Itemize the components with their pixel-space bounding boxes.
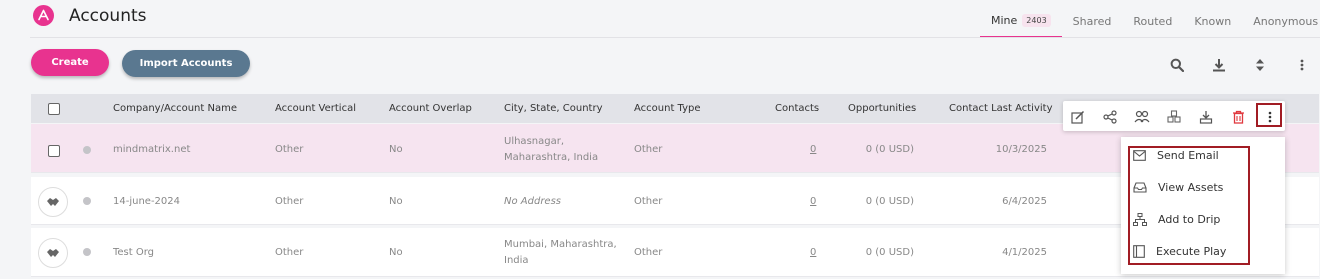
col-opportunities[interactable]: Opportunities	[848, 103, 916, 114]
tab-label: Anonymous	[1253, 15, 1319, 28]
status-dot	[83, 146, 91, 154]
contacts-link[interactable]: 0	[810, 144, 816, 155]
opportunities-value: 0 (0 USD)	[865, 196, 914, 207]
tab-label: Known	[1194, 15, 1232, 28]
address-line2: Maharashtra, India	[504, 152, 599, 163]
tab-anonymous[interactable]: Anonymous	[1242, 14, 1320, 38]
account-avatar	[38, 187, 68, 217]
col-vertical[interactable]: Account Vertical	[275, 103, 356, 114]
col-city[interactable]: City, State, Country	[504, 103, 603, 114]
share-icon[interactable]	[1102, 109, 1118, 125]
opportunities-value: 0 (0 USD)	[865, 144, 914, 155]
account-avatar	[38, 238, 68, 268]
col-company[interactable]: Company/Account Name	[113, 103, 237, 114]
col-last-activity[interactable]: Contact Last Activity	[949, 103, 1053, 114]
last-activity-date: 6/4/2025	[1002, 196, 1047, 207]
account-overlap: No	[389, 196, 403, 207]
row-action-toolbar	[1063, 101, 1285, 131]
app-logo-icon[interactable]	[33, 5, 54, 26]
tab-shared[interactable]: Shared	[1062, 14, 1123, 38]
download-icon[interactable]	[1211, 57, 1227, 73]
account-overlap: No	[389, 247, 403, 258]
select-all-checkbox[interactable]	[48, 103, 60, 115]
account-overlap: No	[389, 144, 403, 155]
header-divider	[30, 37, 1320, 38]
tab-label: Shared	[1072, 15, 1112, 28]
sort-icon[interactable]	[1252, 57, 1268, 73]
col-type[interactable]: Account Type	[634, 103, 701, 114]
tab-count-badge: 2403	[1022, 14, 1051, 27]
highlight-outline	[1128, 146, 1250, 265]
tab-label: Routed	[1133, 15, 1173, 28]
tab-bar: Mine 2403 Shared Routed Known Anonymous	[980, 14, 1320, 38]
cubes-icon[interactable]	[1166, 109, 1182, 125]
account-vertical: Other	[275, 247, 304, 258]
address-line1: Ulhasnagar,	[504, 136, 565, 147]
users-icon[interactable]	[1134, 109, 1150, 125]
account-type: Other	[634, 196, 663, 207]
account-address: Mumbai, Maharashtra, India	[504, 237, 617, 269]
trash-icon[interactable]	[1230, 109, 1246, 125]
account-type: Other	[634, 247, 663, 258]
contacts-link[interactable]: 0	[810, 247, 816, 258]
tab-known[interactable]: Known	[1183, 14, 1242, 38]
edit-icon[interactable]	[1070, 109, 1086, 125]
account-name[interactable]: 14-june-2024	[113, 196, 180, 207]
opportunities-value: 0 (0 USD)	[865, 247, 914, 258]
col-overlap[interactable]: Account Overlap	[389, 103, 472, 114]
account-vertical: Other	[275, 144, 304, 155]
tab-routed[interactable]: Routed	[1122, 14, 1183, 38]
last-activity-date: 10/3/2025	[995, 144, 1047, 155]
account-name[interactable]: mindmatrix.net	[113, 144, 190, 155]
more-vert-icon[interactable]	[1294, 57, 1310, 73]
account-type: Other	[634, 144, 663, 155]
tab-label: Mine	[991, 14, 1018, 27]
row-checkbox[interactable]	[48, 145, 60, 157]
account-vertical: Other	[275, 196, 304, 207]
contacts-link[interactable]: 0	[810, 196, 816, 207]
account-address: Ulhasnagar, Maharashtra, India	[504, 134, 598, 166]
tab-mine[interactable]: Mine 2403	[980, 14, 1062, 38]
handshake-icon	[47, 198, 59, 206]
account-address: No Address	[504, 196, 561, 207]
create-button[interactable]: Create	[31, 49, 109, 76]
search-icon[interactable]	[1169, 57, 1185, 73]
col-contacts[interactable]: Contacts	[775, 103, 819, 114]
highlight-outline	[1256, 103, 1282, 127]
import-accounts-button[interactable]: Import Accounts	[122, 50, 250, 77]
address-line2: India	[504, 255, 529, 266]
last-activity-date: 4/1/2025	[1002, 247, 1047, 258]
address-line1: Mumbai, Maharashtra,	[504, 239, 617, 250]
status-dot	[83, 197, 91, 205]
status-dot	[83, 248, 91, 256]
page-title: Accounts	[69, 6, 147, 26]
handshake-icon	[47, 249, 59, 257]
export-icon[interactable]	[1198, 109, 1214, 125]
account-name[interactable]: Test Org	[113, 247, 154, 258]
